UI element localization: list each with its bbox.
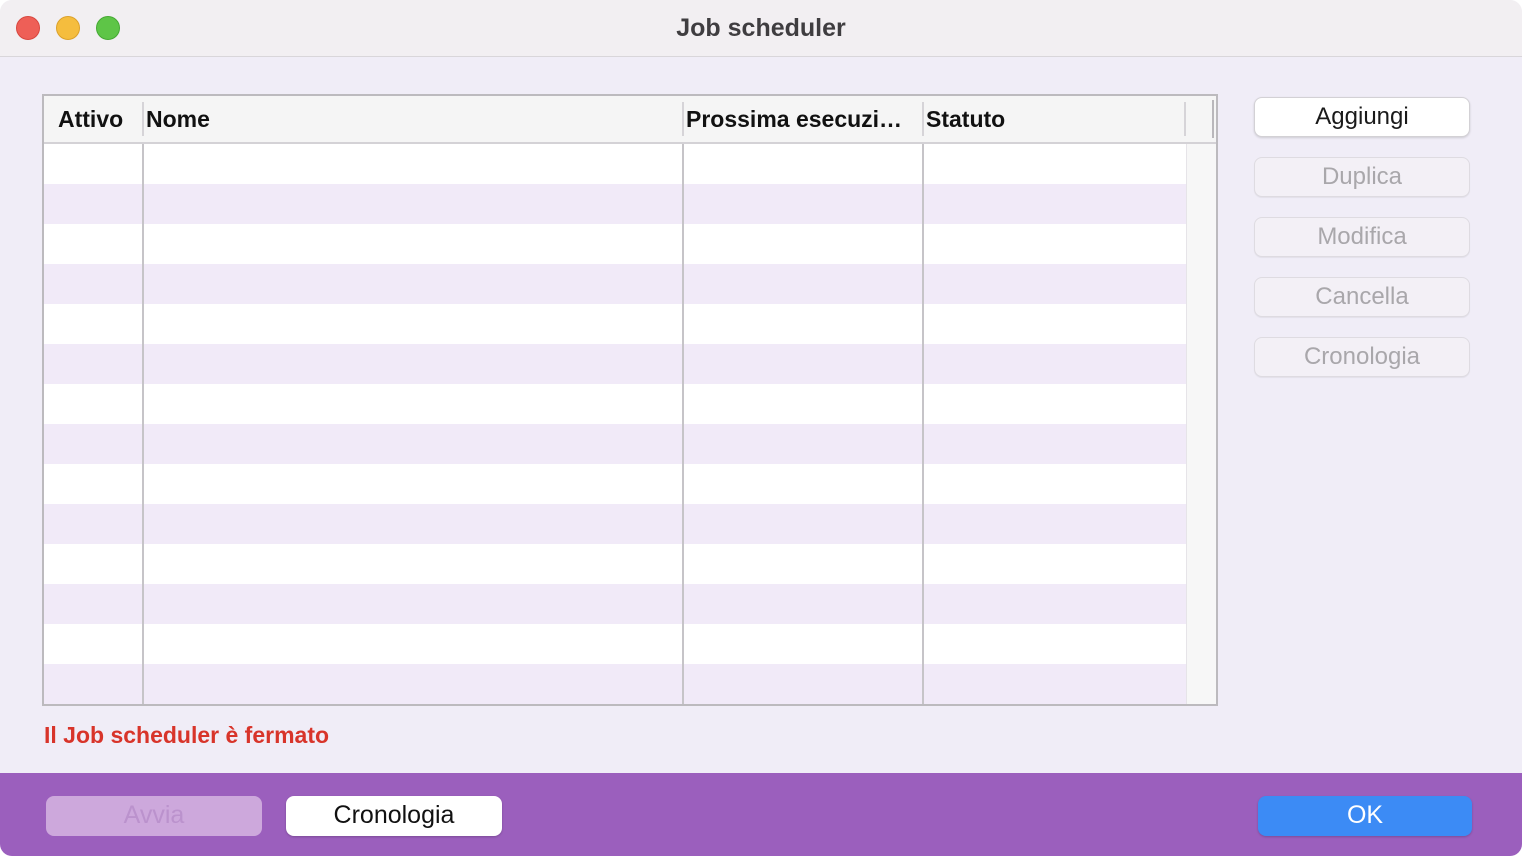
delete-button[interactable]: Cancella — [1254, 277, 1470, 317]
column-divider — [1184, 102, 1186, 136]
table-row[interactable] — [44, 344, 1186, 384]
column-header-next-run[interactable]: Prossima esecuzi… — [686, 96, 918, 142]
scheduler-history-button[interactable]: Cronologia — [286, 796, 502, 836]
column-header-name[interactable]: Nome — [146, 96, 676, 142]
job-history-button[interactable]: Cronologia — [1254, 337, 1470, 377]
column-gridline — [922, 144, 924, 704]
column-gridline — [142, 144, 144, 704]
column-gridline — [682, 144, 684, 704]
column-divider[interactable] — [922, 102, 924, 136]
scheduler-status-message: Il Job scheduler è fermato — [44, 722, 330, 748]
table-row[interactable] — [44, 264, 1186, 304]
edit-button[interactable]: Modifica — [1254, 217, 1470, 257]
column-header-status[interactable]: Statuto — [926, 96, 1176, 142]
table-body[interactable] — [44, 144, 1186, 704]
footer-bar: Avvia Cronologia OK — [0, 773, 1522, 856]
column-divider[interactable] — [142, 102, 144, 136]
window-title: Job scheduler — [676, 14, 846, 42]
table-row[interactable] — [44, 584, 1186, 624]
table-row[interactable] — [44, 384, 1186, 424]
ok-button[interactable]: OK — [1258, 796, 1472, 836]
table-row[interactable] — [44, 144, 1186, 184]
table-row[interactable] — [44, 424, 1186, 464]
duplicate-button[interactable]: Duplica — [1254, 157, 1470, 197]
table-row[interactable] — [44, 304, 1186, 344]
header-edge — [1212, 100, 1214, 138]
start-scheduler-button[interactable]: Avvia — [46, 796, 262, 836]
table-row[interactable] — [44, 544, 1186, 584]
table-row[interactable] — [44, 664, 1186, 704]
table-header: Attivo Nome Prossima esecuzi… Statuto — [44, 96, 1216, 144]
table-row[interactable] — [44, 624, 1186, 664]
column-divider[interactable] — [682, 102, 684, 136]
add-button[interactable]: Aggiungi — [1254, 97, 1470, 137]
table-row[interactable] — [44, 464, 1186, 504]
table-row[interactable] — [44, 224, 1186, 264]
title-bar: Job scheduler — [0, 0, 1522, 57]
table-row[interactable] — [44, 504, 1186, 544]
table-scrollbar-track[interactable] — [1186, 144, 1216, 704]
job-scheduler-window: Job scheduler Attivo Nome Prossima esecu… — [0, 0, 1522, 856]
table-row[interactable] — [44, 184, 1186, 224]
column-header-active[interactable]: Attivo — [58, 96, 144, 142]
jobs-table[interactable]: Attivo Nome Prossima esecuzi… Statuto — [42, 94, 1218, 706]
